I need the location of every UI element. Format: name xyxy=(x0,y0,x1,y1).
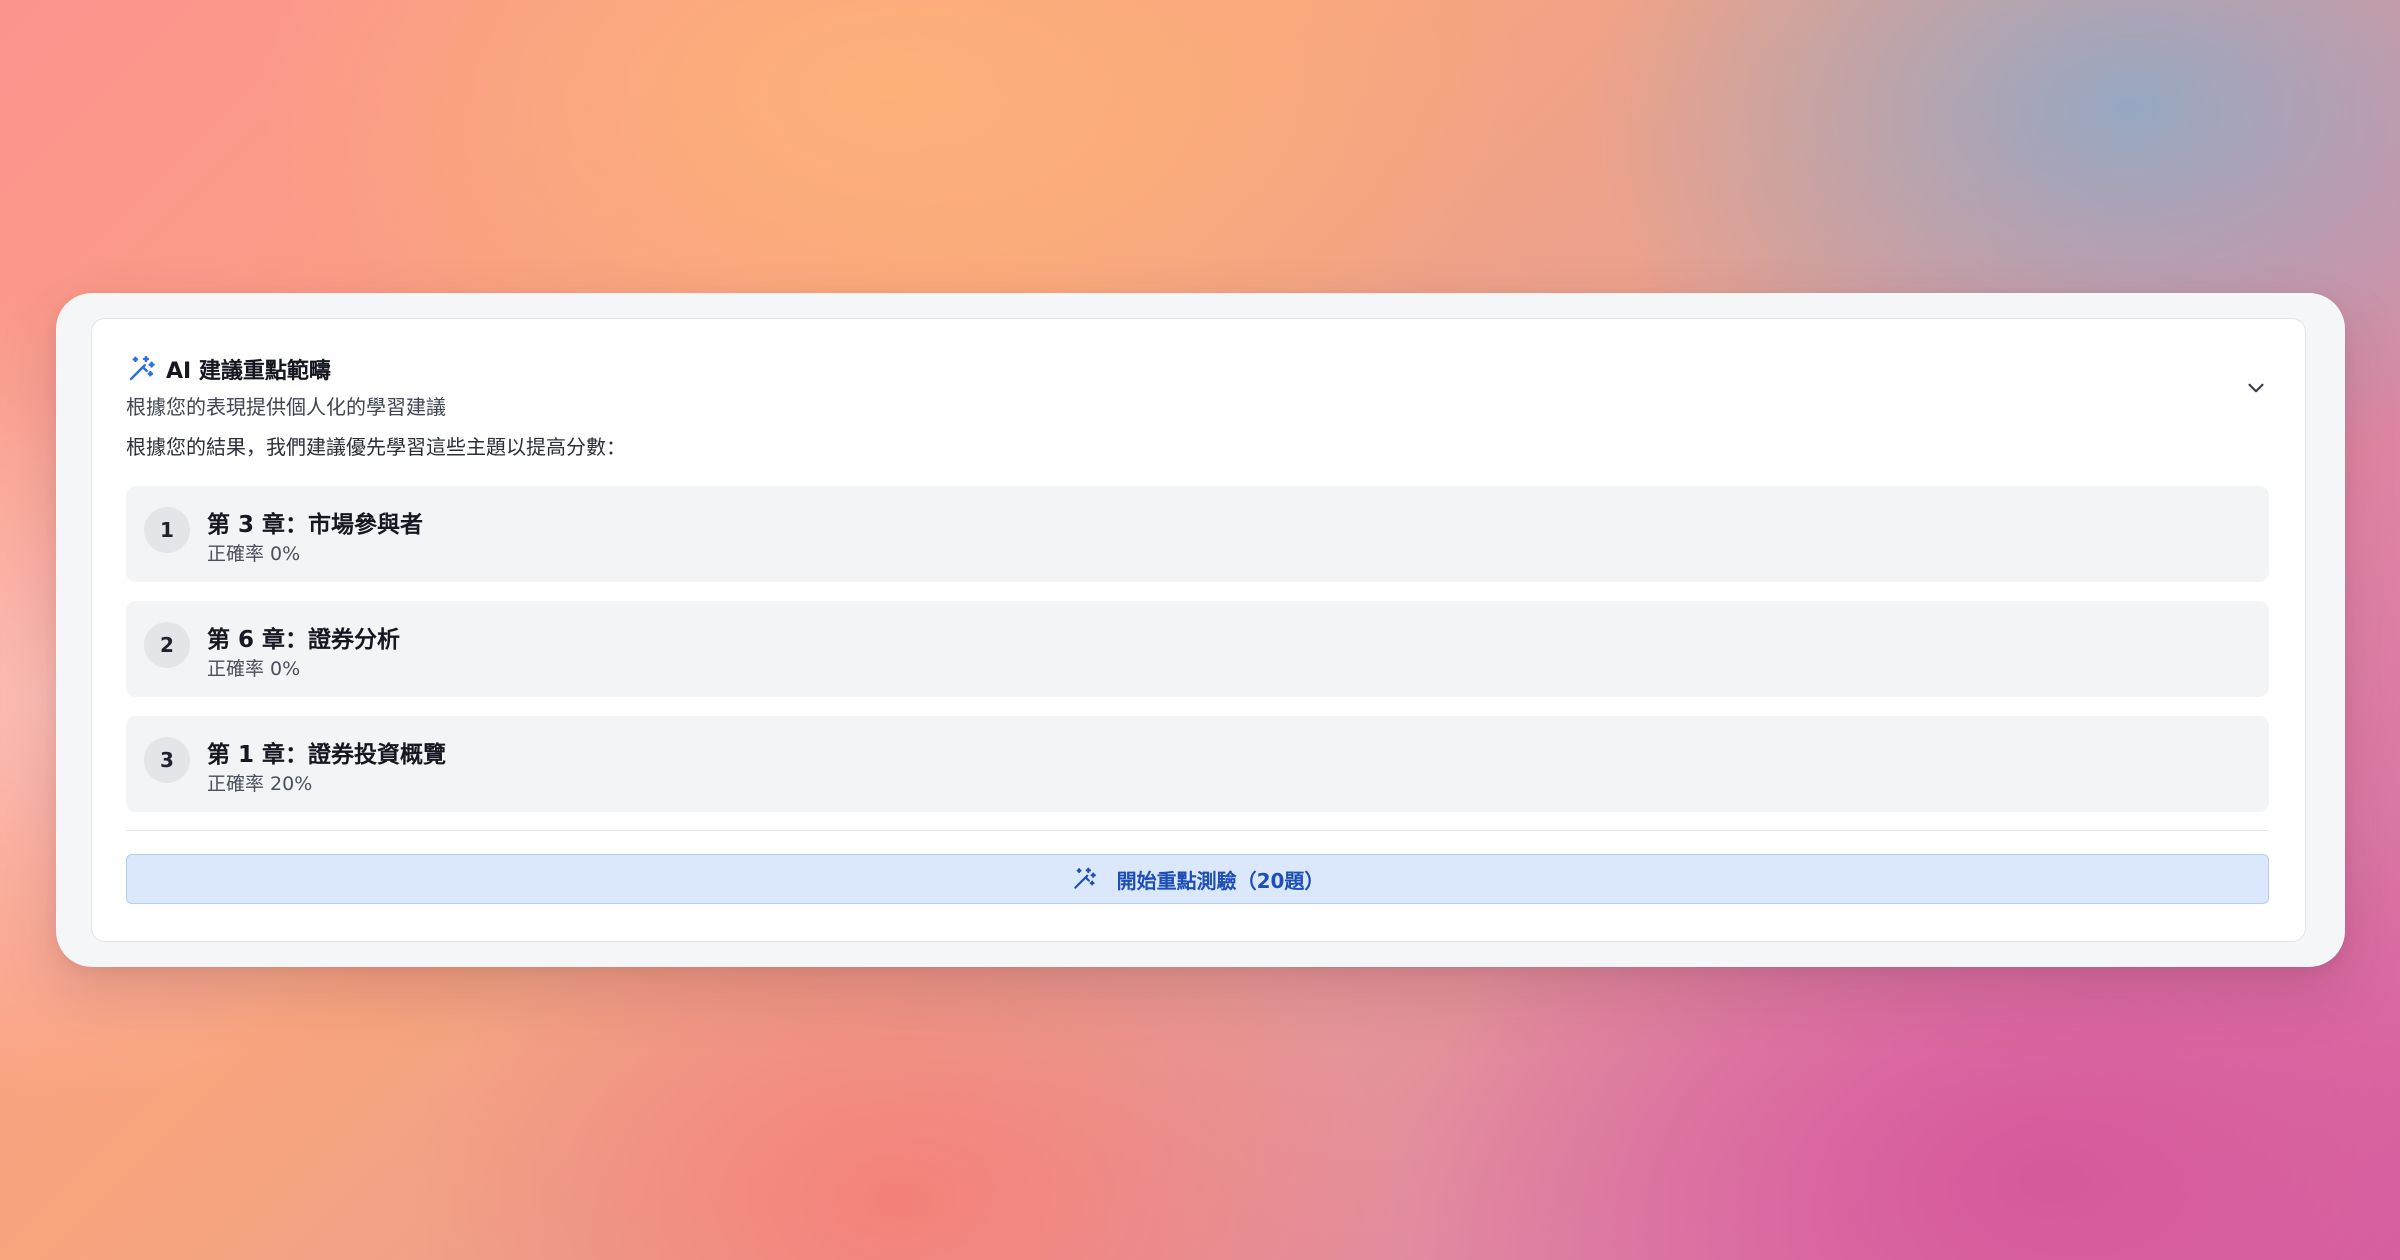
ai-recommendation-card: AI 建議重點範疇 根據您的表現提供個人化的學習建議 根據您的結果，我們建議優先… xyxy=(91,318,2306,942)
topic-accuracy: 正確率 0% xyxy=(207,543,301,565)
magic-wand-icon xyxy=(129,355,155,381)
topic-accuracy: 正確率 0% xyxy=(207,658,301,680)
divider xyxy=(126,830,2269,831)
chevron-down-icon[interactable] xyxy=(2243,375,2269,401)
rank-badge: 2 xyxy=(144,622,190,668)
magic-wand-icon xyxy=(1073,867,1096,889)
card-subtitle: 根據您的表現提供個人化的學習建議 xyxy=(126,395,446,419)
topic-name: 第 3 章：市場參與者 xyxy=(207,512,424,538)
topic-item[interactable]: 1 第 3 章：市場參與者 正確率 0% xyxy=(126,486,2269,582)
card-title: AI 建議重點範疇 xyxy=(166,359,331,384)
rank-badge: 1 xyxy=(144,507,190,553)
start-focused-quiz-button[interactable]: 開始重點測驗（20題） xyxy=(126,854,2269,904)
topic-item[interactable]: 2 第 6 章：證券分析 正確率 0% xyxy=(126,601,2269,697)
topic-item[interactable]: 3 第 1 章：證券投資概覽 正確率 20% xyxy=(126,716,2269,812)
topic-name: 第 6 章：證券分析 xyxy=(207,627,401,653)
recommendation-intro: 根據您的結果，我們建議優先學習這些主題以提高分數： xyxy=(126,435,626,459)
topic-accuracy: 正確率 20% xyxy=(207,773,313,795)
topic-name: 第 1 章：證券投資概覽 xyxy=(207,742,447,768)
panel-frame: AI 建議重點範疇 根據您的表現提供個人化的學習建議 根據您的結果，我們建議優先… xyxy=(56,293,2345,967)
card-header: AI 建議重點範疇 xyxy=(126,353,331,385)
rank-badge: 3 xyxy=(144,737,190,783)
start-button-label: 開始重點測驗（20題） xyxy=(1116,868,1325,893)
